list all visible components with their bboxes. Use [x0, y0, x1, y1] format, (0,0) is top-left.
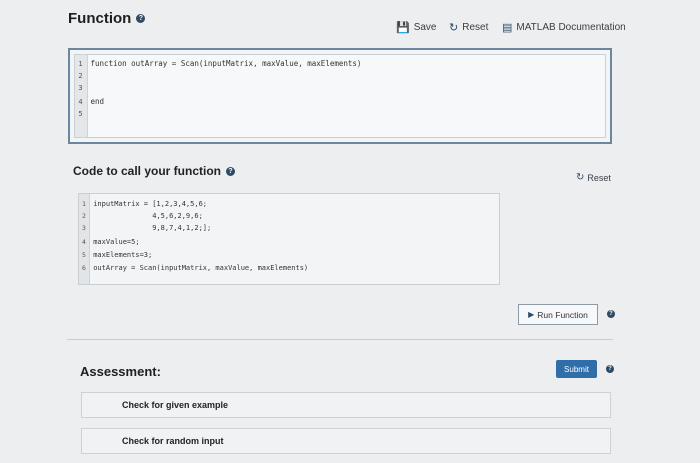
reset-call-button[interactable]: ↻ Reset	[576, 172, 611, 183]
save-button[interactable]: 💾 Save	[396, 19, 437, 35]
test-given-example[interactable]: Check for given example	[81, 392, 611, 418]
line-number: 6	[82, 264, 86, 272]
submit-button[interactable]: Submit	[556, 360, 597, 378]
assessment-title: Assessment:	[80, 364, 161, 379]
code-line[interactable]: 2 4,5,6,2,9,6;	[79, 210, 203, 222]
help-icon[interactable]: ?	[226, 166, 236, 176]
code-text: 4,5,6,2,9,6;	[93, 212, 203, 220]
save-icon: 💾	[396, 21, 410, 34]
reset-icon: ↻	[576, 172, 585, 183]
code-line[interactable]: 3	[75, 82, 91, 93]
save-label: Save	[413, 21, 437, 33]
reset-icon: ↻	[449, 21, 459, 34]
function-title: Function ?	[68, 10, 146, 27]
reset-label: Reset	[462, 21, 489, 33]
code-line[interactable]: 2	[75, 70, 91, 81]
reset-button[interactable]: ↻ Reset	[449, 19, 488, 35]
page-title: Function	[68, 10, 132, 27]
code-text: maxElements=3;	[93, 251, 153, 259]
function-editor[interactable]: 1 function outArray = Scan(inputMatrix, …	[68, 48, 612, 144]
code-text: maxValue=5;	[93, 238, 140, 246]
book-icon: ▤	[502, 21, 513, 34]
code-text: function outArray = Scan(inputMatrix, ma…	[90, 59, 362, 68]
run-function-button[interactable]: ▶ Run Function	[518, 304, 598, 325]
line-number: 3	[82, 224, 86, 232]
line-number: 1	[82, 200, 86, 208]
test-label: Check for given example	[122, 400, 229, 410]
line-number: 4	[78, 98, 83, 106]
code-text: end	[90, 97, 105, 106]
help-icon[interactable]: ?	[606, 365, 614, 373]
line-number: 5	[82, 251, 86, 259]
code-text: 9,8,7,4,1,2;];	[93, 224, 212, 232]
code-line[interactable]: 1 function outArray = Scan(inputMatrix, …	[75, 58, 361, 69]
code-text: inputMatrix = [1,2,3,4,5,6;	[93, 200, 208, 208]
matlab-documentation-link[interactable]: ▤ MATLAB Documentation	[502, 19, 626, 35]
code-line[interactable]: 4 maxValue=5;	[79, 236, 140, 248]
line-number: 4	[82, 238, 86, 246]
call-title-text: Code to call your function	[73, 164, 222, 178]
code-line[interactable]: 4 end	[75, 96, 104, 107]
test-random-input[interactable]: Check for random input	[81, 428, 611, 454]
line-number: 1	[78, 60, 83, 68]
reset-call-label: Reset	[587, 172, 611, 183]
code-line[interactable]: 3 9,8,7,4,1,2;];	[79, 222, 211, 234]
run-label: Run Function	[537, 309, 588, 320]
line-number: 2	[78, 72, 83, 80]
code-line[interactable]: 5	[75, 108, 91, 119]
docs-label: MATLAB Documentation	[516, 21, 626, 33]
help-icon[interactable]: ?	[136, 14, 146, 23]
line-number: 3	[78, 84, 83, 92]
call-code-editor[interactable]: 1 inputMatrix = [1,2,3,4,5,6; 2 4,5,6,2,…	[78, 193, 500, 285]
code-line[interactable]: 6 outArray = Scan(inputMatrix, maxValue,…	[79, 262, 308, 274]
call-section-title: Code to call your function ?	[73, 164, 236, 178]
play-icon: ▶	[528, 310, 535, 319]
line-number: 2	[82, 212, 86, 220]
code-line[interactable]: 5 maxElements=3;	[79, 249, 152, 261]
code-line[interactable]: 1 inputMatrix = [1,2,3,4,5,6;	[79, 198, 207, 210]
test-label: Check for random input	[122, 436, 224, 446]
code-text: outArray = Scan(inputMatrix, maxValue, m…	[93, 264, 309, 272]
section-divider	[67, 339, 613, 340]
line-number: 5	[78, 110, 83, 118]
help-icon[interactable]: ?	[607, 310, 615, 318]
code-area[interactable]: 1 function outArray = Scan(inputMatrix, …	[74, 54, 606, 138]
